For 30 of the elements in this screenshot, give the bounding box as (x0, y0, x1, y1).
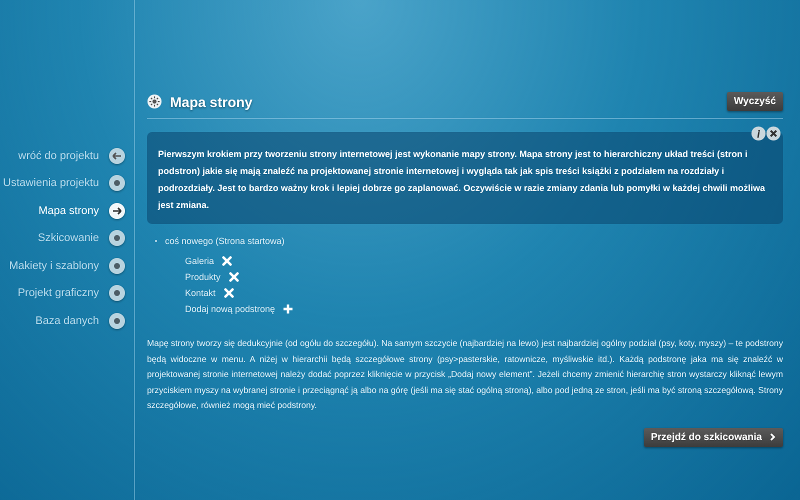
sidebar-item[interactable]: Makiety i szablony (9, 260, 99, 272)
dot-icon[interactable] (109, 312, 125, 329)
chevron-icon (770, 433, 776, 442)
tree-item[interactable]: Galeria (185, 256, 214, 266)
dot-icon[interactable] (109, 175, 125, 192)
close-icon[interactable] (766, 126, 781, 141)
tree-item[interactable]: Kontakt (185, 288, 216, 298)
add-page-link[interactable]: Dodaj nową podstronę (185, 304, 276, 314)
plus-icon[interactable] (283, 304, 294, 314)
remove-icon[interactable] (224, 288, 234, 298)
info-text: Pierwszym krokiem przy tworzeniu strony internetowej jest wykonanie mapy strony. Mapa strony jest to hierarchiczny układ treści (stron i podstron) jakie się mają znaleźć na projektowanej stronie internetowej i wygląda tak jak spis treści książki z podziałem na rozdziały i podrozdziały. Jest to bardzo ważny krok i lepiej dobrze go zaplanować. Oczywiście w razie zmiany zdania lub pomyłki w każdej chwili możliwa jest zmiana. (158, 148, 765, 212)
dot-icon[interactable] (109, 285, 125, 302)
clear-button[interactable]: Wyczyść (726, 92, 783, 111)
page-title: Mapa strony (170, 94, 252, 110)
tree-item[interactable]: coś nowego (Strona startowa) (165, 236, 285, 246)
sun-icon (147, 94, 162, 109)
sidebar-item[interactable]: Ustawienia projektu (3, 177, 99, 190)
description-text: Mapę strony tworzy się dedukcyjnie (od ogółu do szczegółu). Na samym szczycie (najbardziej na lewo) jest najbardziej ogólny podział (psy, koty, myszy) – te podstrony będą widoczne w menu. A niżej w hierarchii będą szczegółowe strony (psy>pasterskie, ratownicze, myśliwskie itd.). Każdą podstronę jaka ma się znaleźć w projektowanej stronie internetowej należy dodać poprzez kliknięcie w przycisk „Dodaj nowy element”. Jeżeli chcemy zmienić hierarchię stron wystarczy kliknąć lewym przyciskiem myszy na wybranej stronie i przeciągnąć ją albo na górę (jeśli ma się stać ogólną stroną), albo pod jedną ze stron, jeśli ma być stroną szczegółową. Strony szczegółowe, również mogą mieć podstrony. (147, 337, 783, 412)
sidebar-item[interactable]: Mapa strony (38, 204, 99, 217)
remove-icon[interactable] (228, 272, 239, 282)
tree-item[interactable]: Produkty (185, 272, 221, 282)
next-button[interactable]: Przejdź do szkicowania (644, 428, 783, 447)
info-icon[interactable] (751, 126, 766, 141)
remove-icon[interactable] (222, 256, 232, 266)
dot-icon[interactable] (109, 230, 125, 246)
dot-icon[interactable] (109, 258, 125, 274)
sidebar-item[interactable]: wróć do projektu (18, 150, 99, 162)
sidebar-item[interactable]: Projekt graficzny (18, 287, 99, 300)
sidebar-item[interactable]: Baza danych (35, 314, 99, 327)
sidebar-item[interactable]: Szkicowanie (38, 232, 99, 244)
